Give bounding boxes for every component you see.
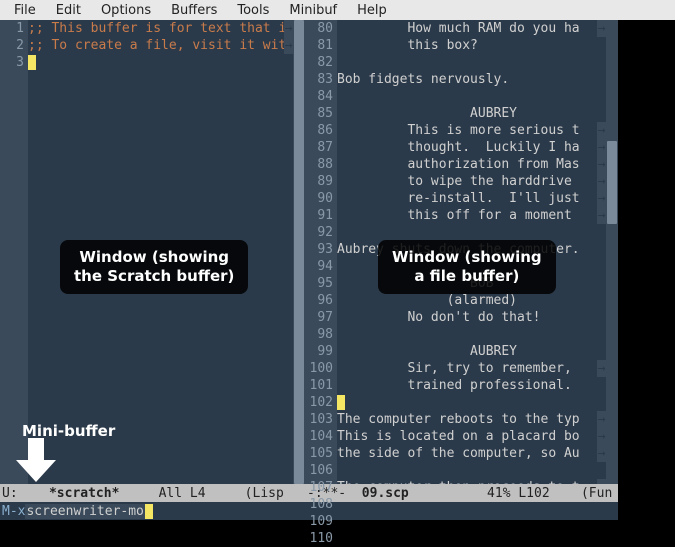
menu-tools[interactable]: Tools (227, 3, 279, 18)
minibuffer-prompt: M-x (2, 504, 25, 519)
menu-bar: File Edit Options Buffers Tools Minibuf … (0, 0, 675, 20)
buffer-name-left: *scratch* (49, 486, 119, 501)
modeline-left: U: *scratch* All L4 (Lisp (0, 484, 305, 502)
line-numbers-right: 8081828384858687888990919293949596979899… (305, 20, 337, 484)
menu-minibuf[interactable]: Minibuf (279, 3, 347, 18)
menu-buffers[interactable]: Buffers (161, 3, 227, 18)
modeline-right: -:**- 09.scp 41% L102 (Fun (305, 484, 618, 502)
minibuffer-input[interactable]: screenwriter-mo (25, 504, 144, 519)
menu-edit[interactable]: Edit (46, 3, 91, 18)
line-numbers-left: 123 (0, 20, 28, 484)
scrollbar-right[interactable] (606, 20, 618, 484)
minibuffer-cursor (145, 504, 153, 519)
window-file[interactable]: 8081828384858687888990919293949596979899… (305, 20, 618, 502)
buffer-name-right: 09.scp (362, 486, 409, 501)
menu-help[interactable]: Help (347, 3, 397, 18)
scrollbar-left[interactable] (293, 20, 305, 484)
menu-options[interactable]: Options (91, 3, 161, 18)
arrow-down-icon (12, 436, 60, 484)
emacs-frame: 123 ;; This buffer is for text that is→;… (0, 20, 618, 520)
menu-file[interactable]: File (4, 3, 46, 18)
scratch-buffer-text[interactable]: ;; This buffer is for text that is→;; To… (28, 20, 293, 484)
file-buffer-text[interactable]: How much RAM do you ha→ this box?Bob fid… (337, 20, 606, 484)
